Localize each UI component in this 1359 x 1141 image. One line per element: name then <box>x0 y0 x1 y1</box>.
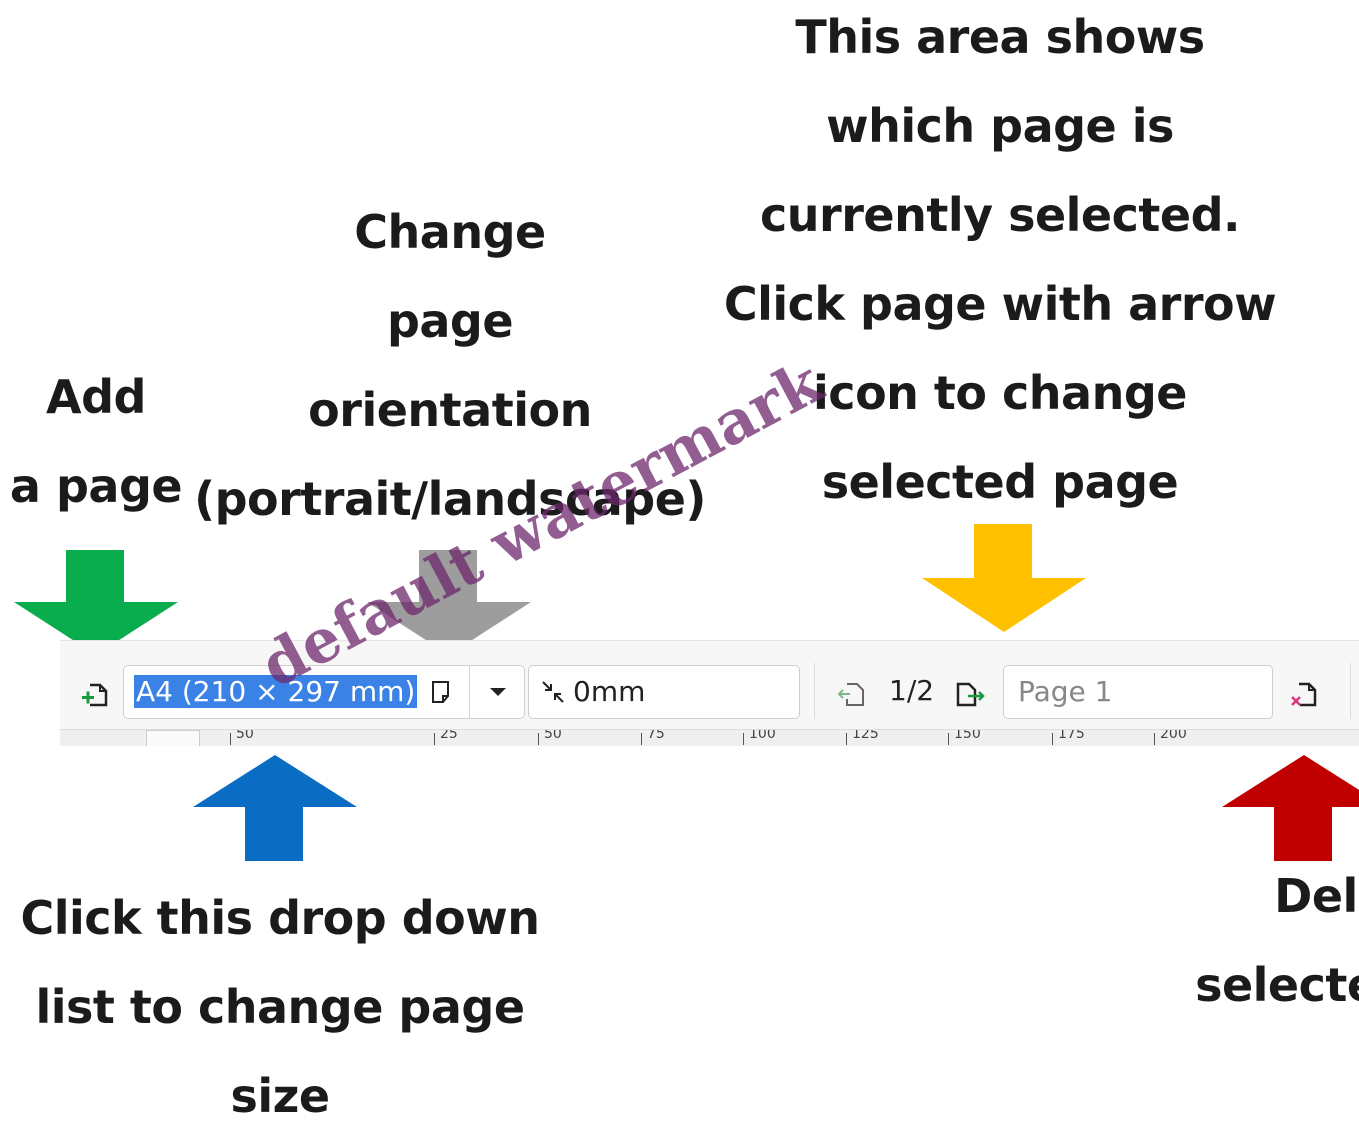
ruler-label: 100 <box>749 729 776 742</box>
ruler-label: 50 <box>544 729 562 742</box>
add-page-button[interactable] <box>78 679 112 713</box>
blue-up-arrow <box>193 755 357 861</box>
dropdown-toggle[interactable] <box>469 666 526 718</box>
ruler-tick <box>434 733 435 745</box>
delete-page-button[interactable] <box>1288 679 1322 713</box>
page-size-dropdown[interactable]: A4 (210 × 297 mm) <box>123 665 525 719</box>
toolbar-separator <box>814 663 815 719</box>
dropdown-arrow-icon <box>490 688 506 696</box>
ruler-corner <box>146 730 200 746</box>
ruler-tick <box>948 733 949 745</box>
ruler-tick <box>1052 733 1053 745</box>
ruler-tick <box>1154 733 1155 745</box>
margin-value: 0mm <box>573 675 646 708</box>
delete-page-icon <box>1291 682 1317 707</box>
ruler-tick <box>230 733 231 745</box>
ruler-tick <box>641 733 642 745</box>
ruler-tick <box>743 733 744 745</box>
callout-orientation: Change page orientation (portrait/landsc… <box>194 205 706 526</box>
toolbar-separator-right <box>1350 663 1351 719</box>
page-size-selected-text: A4 (210 × 297 mm) <box>134 675 418 708</box>
callout-delete-page: Delet selected <box>1195 869 1359 1012</box>
page-orientation-icon <box>432 681 449 703</box>
callout-add-page: Add a page <box>9 370 183 513</box>
ruler-tick <box>538 733 539 745</box>
page-label-field[interactable]: Page 1 <box>1003 665 1273 719</box>
page-label-placeholder: Page 1 <box>1018 675 1113 708</box>
next-page-icon <box>956 682 985 707</box>
ruler-label: 75 <box>647 729 665 742</box>
ruler-label: 25 <box>440 729 458 742</box>
ruler-label: 150 <box>954 729 981 742</box>
previous-page-button[interactable] <box>836 679 868 711</box>
page-counter: 1/2 <box>889 674 935 707</box>
ruler-label: 200 <box>1160 729 1187 742</box>
previous-page-icon <box>837 683 864 706</box>
ruler-label: 175 <box>1058 729 1085 742</box>
add-page-icon <box>82 683 108 707</box>
yellow-down-arrow <box>922 524 1086 632</box>
callout-page-selected: This area shows which page is currently … <box>723 10 1277 509</box>
ruler-label: 50 <box>236 729 254 742</box>
horizontal-ruler: 50 25 50 75 100 125 150 175 200 <box>60 729 1359 746</box>
page-toolbar: A4 (210 × 297 mm) 0mm 1/2 Page 1 50 25 5… <box>60 640 1359 746</box>
page-size-value: A4 (210 × 297 mm) <box>134 675 418 708</box>
next-page-button[interactable] <box>954 679 988 711</box>
ruler-label: 125 <box>852 729 879 742</box>
callout-page-size: Click this drop down list to change page… <box>20 891 541 1123</box>
margin-icon <box>542 681 564 703</box>
red-up-arrow <box>1222 755 1359 861</box>
margin-field[interactable]: 0mm <box>528 665 800 719</box>
page-orientation-button[interactable] <box>428 679 456 707</box>
ruler-tick <box>846 733 847 745</box>
